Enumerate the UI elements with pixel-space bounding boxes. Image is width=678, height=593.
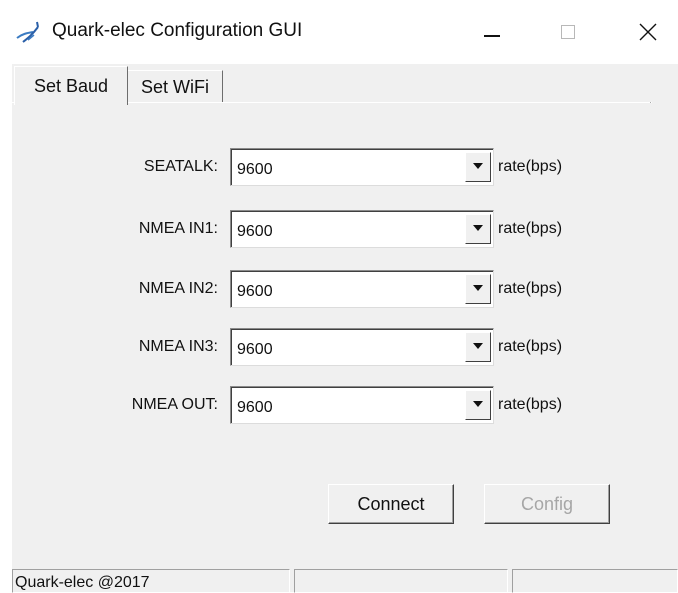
- status-panel-main: Quark-elec @2017: [12, 569, 290, 593]
- dropdown-value: 9600: [237, 341, 273, 358]
- dropdown-value: 9600: [237, 283, 273, 300]
- status-panel-3: [512, 569, 678, 593]
- chevron-down-icon: [473, 343, 483, 349]
- close-button[interactable]: [618, 10, 678, 54]
- window-title: Quark-elec Configuration GUI: [52, 20, 303, 41]
- port-label: NMEA IN2:: [138, 280, 218, 297]
- dropdown-button[interactable]: [465, 152, 491, 182]
- chevron-down-icon: [473, 285, 483, 291]
- dropdown-button[interactable]: [465, 390, 491, 420]
- dropdown-value: 9600: [237, 161, 273, 178]
- tab-divider-end: [650, 102, 651, 103]
- app-window: Quark-elec Configuration GUI Set WiFi Se…: [0, 0, 678, 593]
- status-panel-2: [294, 569, 508, 593]
- baud-row-nmea-out: NMEA OUT: 9600 rate(bps): [12, 386, 678, 426]
- dropdown-button[interactable]: [465, 332, 491, 362]
- rate-unit-label: rate(bps): [498, 338, 563, 355]
- app-icon: [16, 21, 39, 43]
- chevron-down-icon: [473, 163, 483, 169]
- rate-unit-label: rate(bps): [498, 220, 563, 237]
- title-bar[interactable]: Quark-elec Configuration GUI: [0, 0, 678, 64]
- dropdown-button[interactable]: [465, 214, 491, 244]
- minimize-button[interactable]: [462, 10, 522, 54]
- tab-set-wifi[interactable]: Set WiFi: [128, 70, 223, 103]
- baud-row-nmea-in1: NMEA IN1: 9600 rate(bps): [12, 210, 678, 250]
- dropdown-button[interactable]: [465, 274, 491, 304]
- baud-rate-dropdown[interactable]: 9600: [230, 148, 494, 186]
- status-bar: Quark-elec @2017: [12, 566, 678, 593]
- config-button[interactable]: Config: [484, 484, 610, 524]
- minimize-icon: [484, 35, 500, 37]
- port-label: NMEA IN3:: [138, 338, 218, 355]
- baud-rate-dropdown[interactable]: 9600: [230, 386, 494, 424]
- dropdown-value: 9600: [237, 223, 273, 240]
- baud-row-nmea-in3: NMEA IN3: 9600 rate(bps): [12, 328, 678, 368]
- tab-strip: Set WiFi Set Baud: [12, 64, 678, 105]
- baud-row-nmea-in2: NMEA IN2: 9600 rate(bps): [12, 270, 678, 310]
- rate-unit-label: rate(bps): [498, 158, 563, 175]
- maximize-button[interactable]: [538, 10, 598, 54]
- baud-rate-dropdown[interactable]: 9600: [230, 270, 494, 308]
- port-label: NMEA OUT:: [131, 396, 218, 413]
- rate-unit-label: rate(bps): [498, 396, 563, 413]
- status-text: Quark-elec @2017: [15, 574, 150, 591]
- chevron-down-icon: [473, 401, 483, 407]
- connect-button[interactable]: Connect: [328, 484, 454, 524]
- close-icon: [639, 23, 657, 41]
- port-label: NMEA IN1:: [138, 220, 218, 237]
- baud-rate-dropdown[interactable]: 9600: [230, 328, 494, 366]
- tab-set-baud[interactable]: Set Baud: [14, 66, 128, 105]
- dialog-client-area: Set WiFi Set Baud SEATALK: 9600 rate(bps…: [12, 64, 678, 593]
- rate-unit-label: rate(bps): [498, 280, 563, 297]
- port-label: SEATALK:: [143, 158, 218, 175]
- chevron-down-icon: [473, 225, 483, 231]
- maximize-icon: [561, 25, 575, 39]
- baud-rate-dropdown[interactable]: 9600: [230, 210, 494, 248]
- baud-row-seatalk: SEATALK: 9600 rate(bps): [12, 148, 678, 188]
- dropdown-value: 9600: [237, 399, 273, 416]
